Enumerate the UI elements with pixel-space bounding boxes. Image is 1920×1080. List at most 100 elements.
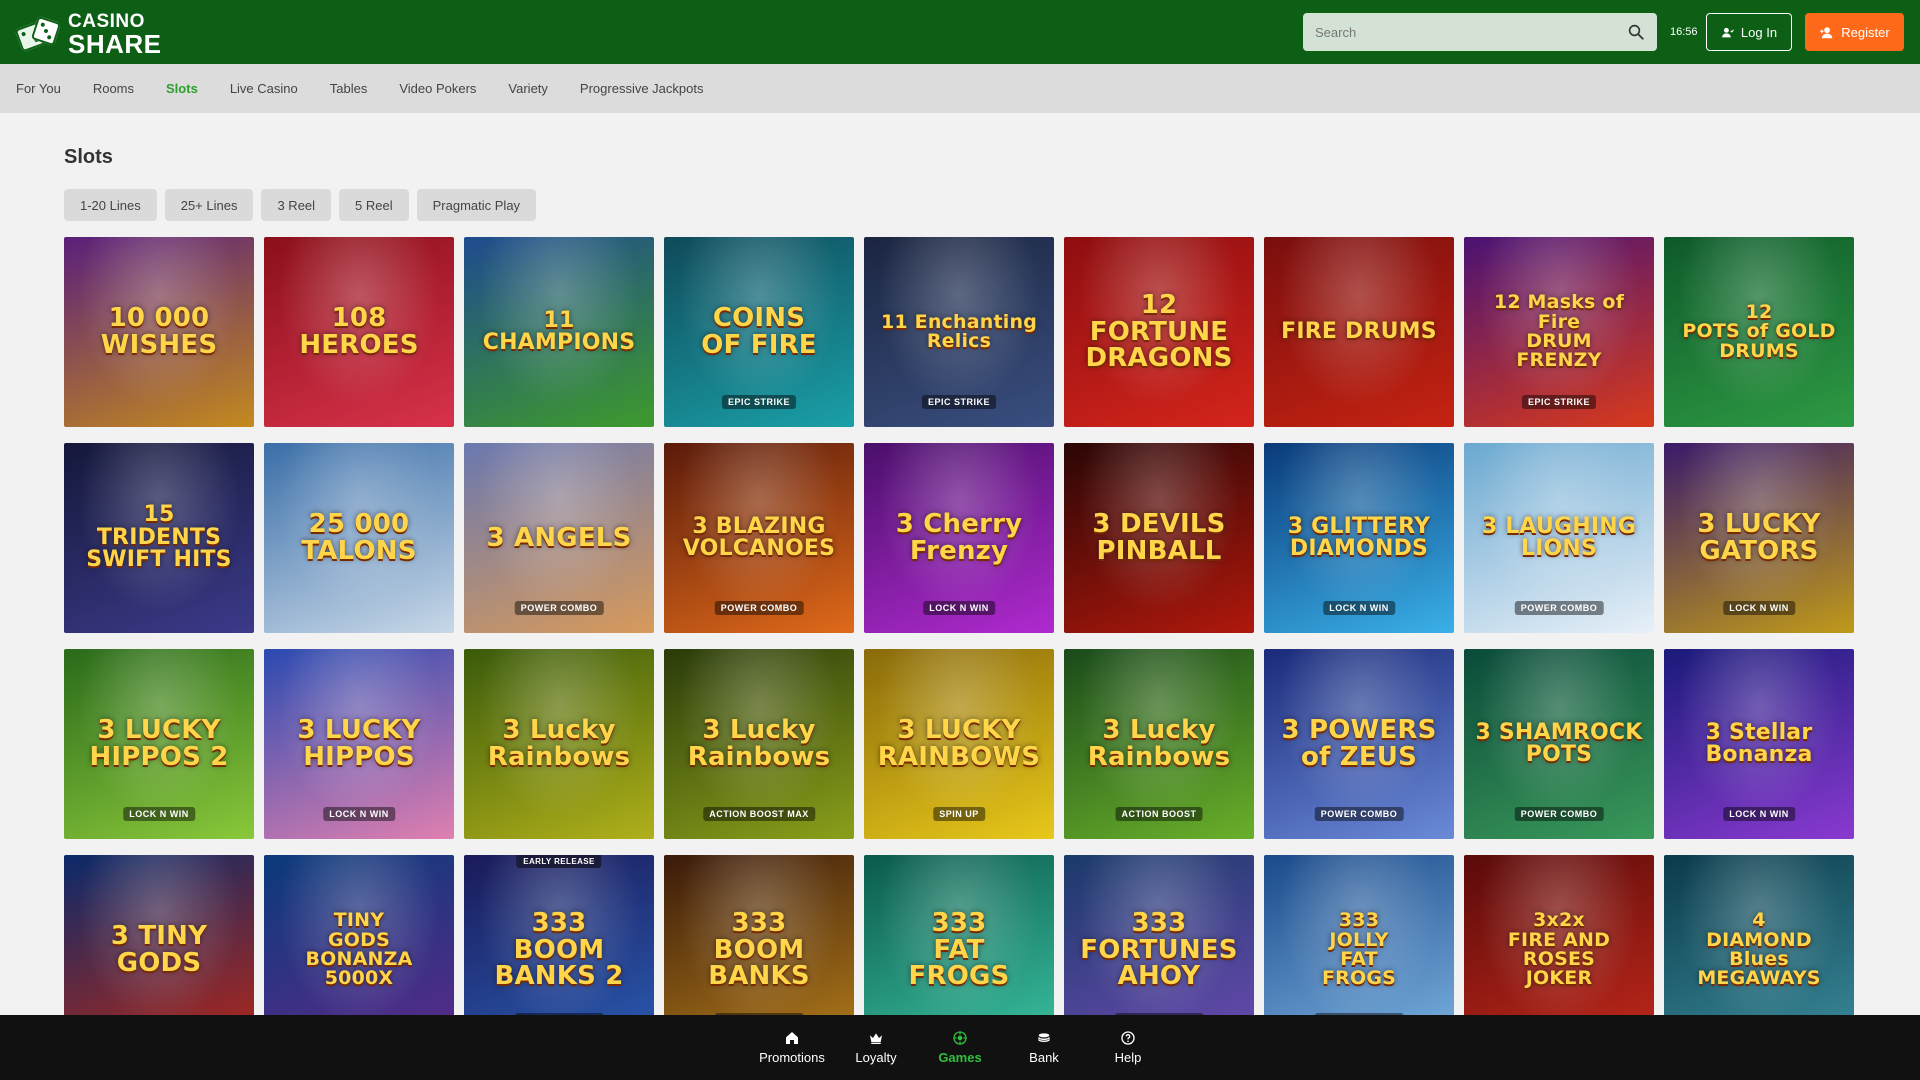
game-tile[interactable]: 3 SHAMROCK POTS POWER COMBO	[1464, 649, 1654, 839]
casino-share-logo[interactable]: CASINO SHARE	[14, 12, 162, 59]
game-title: 3 Stellar Bonanza	[1705, 719, 1813, 767]
game-tile[interactable]: 3x2x FIRE AND ROSES JOKER	[1464, 855, 1654, 1015]
nav-item-tables[interactable]: Tables	[330, 81, 368, 96]
home-icon	[786, 1032, 798, 1044]
game-tile[interactable]: EARLY RELEASE 333 BOOM BANKS 2 POWER COMBO	[464, 855, 654, 1015]
page-title: Slots	[64, 146, 113, 168]
game-tile[interactable]: 10 000 WISHES	[64, 237, 254, 427]
game-title: 3 SHAMROCK POTS	[1475, 719, 1643, 767]
game-tile[interactable]: 3 LUCKY HIPPOS 2 LOCK N WIN	[64, 649, 254, 839]
game-tile[interactable]: 15 TRIDENTS SWIFT HITS	[64, 443, 254, 633]
nav-item-rooms[interactable]: Rooms	[93, 81, 134, 96]
game-tile[interactable]: 3 Lucky Rainbows ACTION BOOST MAX	[664, 649, 854, 839]
game-feature-label: LOCK N WIN	[1323, 601, 1395, 615]
bottom-nav-label: Help	[1114, 1050, 1142, 1065]
game-tile[interactable]: 333 FORTUNES AHOY POWER COMBO	[1064, 855, 1254, 1015]
game-tile[interactable]: 12 POTS of GOLD DRUMS	[1664, 237, 1854, 427]
game-tile[interactable]: 3 BLAZING VOLCANOES POWER COMBO	[664, 443, 854, 633]
game-tile[interactable]: 3 Lucky Rainbows	[464, 649, 654, 839]
game-tile[interactable]: 3 TINY GODS	[64, 855, 254, 1015]
game-title: 3x2x FIRE AND ROSES JOKER	[1507, 909, 1611, 990]
game-tile[interactable]: 3 LAUGHING LIONS POWER COMBO	[1464, 443, 1654, 633]
nav-item-slots[interactable]: Slots	[166, 81, 198, 96]
login-button[interactable]: Log In	[1706, 13, 1792, 51]
game-tile[interactable]: 3 ANGELS POWER COMBO	[464, 443, 654, 633]
help-icon	[1121, 1031, 1135, 1045]
filter-chip-5-reel[interactable]: 5 Reel	[339, 189, 409, 221]
game-tile[interactable]: 12 Masks of Fire DRUM FRENZY EPIC STRIKE	[1464, 237, 1654, 427]
game-tile[interactable]: 3 Lucky Rainbows ACTION BOOST	[1064, 649, 1254, 839]
game-tile[interactable]: 3 POWERS of ZEUS POWER COMBO	[1264, 649, 1454, 839]
game-tile[interactable]: TINY GODS BONANZA 5000X	[264, 855, 454, 1015]
game-feature-label: POWER COMBO	[514, 1013, 604, 1015]
nav-item-live-casino[interactable]: Live Casino	[230, 81, 298, 96]
game-tile[interactable]: 3 LUCKY RAINBOWS SPIN UP	[864, 649, 1054, 839]
game-title: 12 Masks of Fire DRUM FRENZY	[1493, 291, 1625, 372]
early-release-badge: EARLY RELEASE	[516, 855, 602, 868]
game-title: 3 Lucky Rainbows	[687, 715, 831, 772]
bottom-nav-promotions[interactable]: Promotions	[750, 1015, 834, 1080]
register-button[interactable]: Register	[1805, 13, 1904, 51]
nav-item-video-pokers[interactable]: Video Pokers	[399, 81, 476, 96]
game-tile[interactable]: 4 DIAMOND Blues MEGAWAYS	[1664, 855, 1854, 1015]
game-tile[interactable]: COINS OF FIRE EPIC STRIKE	[664, 237, 854, 427]
game-title: COINS OF FIRE	[701, 303, 817, 360]
add-user-icon	[1820, 26, 1833, 38]
search-icon[interactable]	[1627, 23, 1645, 41]
bottom-nav-bank[interactable]: Bank	[1002, 1015, 1086, 1080]
bank-icon	[1038, 1033, 1050, 1043]
game-title: 3 TINY GODS	[110, 921, 208, 978]
game-title: 3 GLITTERY DIAMONDS	[1287, 513, 1431, 561]
bottom-nav-label: Loyalty	[855, 1050, 897, 1065]
game-feature-label: POWER COMBO	[714, 601, 804, 615]
game-tile[interactable]: 3 GLITTERY DIAMONDS LOCK N WIN	[1264, 443, 1454, 633]
filter-chips: 1-20 Lines 25+ Lines 3 Reel 5 Reel Pragm…	[64, 189, 537, 221]
game-title: 333 BOOM BANKS 2	[494, 908, 624, 992]
game-title: 333 FORTUNES AHOY	[1080, 908, 1238, 992]
game-title: 3 LUCKY RAINBOWS	[877, 715, 1041, 772]
game-title: 25 000 TALONS	[301, 509, 417, 566]
game-title: 3 LUCKY GATORS	[1697, 509, 1821, 566]
filter-chip-25-plus-lines[interactable]: 25+ Lines	[164, 189, 254, 221]
game-tile[interactable]: 11 CHAMPIONS	[464, 237, 654, 427]
game-feature-label: POWER COMBO	[1314, 1013, 1404, 1015]
game-feature-label: ACTION BOOST	[1115, 807, 1203, 821]
game-title: 10 000 WISHES	[100, 303, 218, 360]
game-feature-label: EPIC STRIKE	[921, 395, 997, 409]
game-tile[interactable]: 3 Stellar Bonanza LOCK N WIN	[1664, 649, 1854, 839]
filter-chip-1-20-lines[interactable]: 1-20 Lines	[64, 189, 157, 221]
nav-item-progressive-jackpots[interactable]: Progressive Jackpots	[580, 81, 704, 96]
game-title: 15 TRIDENTS SWIFT HITS	[86, 502, 232, 573]
game-tile[interactable]: 25 000 TALONS	[264, 443, 454, 633]
game-tile[interactable]: 12 FORTUNE DRAGONS	[1064, 237, 1254, 427]
game-tile[interactable]: 333 BOOM BANKS POWER COMBO	[664, 855, 854, 1015]
bottom-nav-games[interactable]: Games	[918, 1015, 1002, 1080]
game-title: 4 DIAMOND Blues MEGAWAYS	[1697, 909, 1821, 990]
nav-item-variety[interactable]: Variety	[508, 81, 548, 96]
game-feature-label: POWER COMBO	[1514, 807, 1604, 821]
game-title: 11 Enchanting Relics	[880, 310, 1038, 352]
game-title: 333 FAT FROGS	[908, 908, 1010, 992]
game-tile[interactable]: 3 DEVILS PINBALL	[1064, 443, 1254, 633]
filter-chip-pragmatic-play[interactable]: Pragmatic Play	[416, 189, 537, 221]
game-tile[interactable]: 108 HEROES	[264, 237, 454, 427]
filter-chip-3-reel[interactable]: 3 Reel	[261, 189, 332, 221]
bottom-nav-help[interactable]: Help	[1086, 1015, 1170, 1080]
game-title: 3 Cherry Frenzy	[895, 509, 1023, 566]
game-tile[interactable]: 3 LUCKY GATORS LOCK N WIN	[1664, 443, 1854, 633]
game-tile[interactable]: 11 Enchanting Relics EPIC STRIKE	[864, 237, 1054, 427]
bottom-nav-loyalty[interactable]: Loyalty	[834, 1015, 918, 1080]
game-feature-label: POWER COMBO	[714, 1013, 804, 1015]
game-title: 3 POWERS of ZEUS	[1281, 715, 1437, 772]
game-tile[interactable]: 3 LUCKY HIPPOS LOCK N WIN	[264, 649, 454, 839]
login-label: Log In	[1740, 24, 1778, 40]
nav-item-for-you[interactable]: For You	[16, 81, 61, 96]
logo-text-share: SHARE	[68, 29, 162, 59]
game-feature-label: POWER COMBO	[1314, 807, 1404, 821]
search-input[interactable]	[1315, 24, 1627, 40]
game-tile[interactable]: 333 FAT FROGS	[864, 855, 1054, 1015]
game-tile[interactable]: 333 JOLLY FAT FROGS POWER COMBO	[1264, 855, 1454, 1015]
game-tile[interactable]: FIRE DRUMS	[1264, 237, 1454, 427]
game-tile[interactable]: 3 Cherry Frenzy LOCK N WIN	[864, 443, 1054, 633]
game-feature-label: LOCK N WIN	[1723, 601, 1795, 615]
